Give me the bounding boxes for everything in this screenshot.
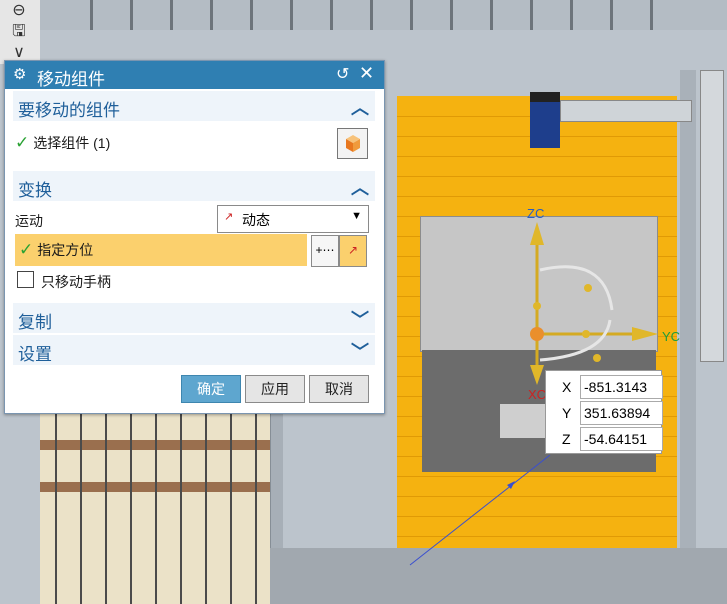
zc-axis-label: ZC: [527, 206, 545, 221]
dimension-line: [409, 455, 551, 566]
chevron-up-icon[interactable]: ︿: [351, 94, 369, 120]
quick-toolbar: ⊖ 🖫 ∨: [0, 0, 40, 64]
dialog-title: 移动组件: [37, 70, 105, 89]
check-icon: ✓: [19, 240, 34, 259]
section-settings-header[interactable]: 设置 ﹀: [13, 335, 375, 365]
csys-dialog-button[interactable]: ↗: [339, 235, 367, 267]
specify-orientation-text: ✓ 指定方位: [19, 240, 93, 260]
csys-icon: ↗: [224, 211, 234, 223]
chevron-down-icon[interactable]: ﹀: [351, 338, 369, 364]
y-coordinate-label: Y: [562, 405, 572, 421]
apply-button[interactable]: 应用: [245, 375, 305, 403]
xc-arrow-handle: [530, 365, 544, 385]
y-coordinate-row: Y 351.63894: [550, 401, 663, 425]
yc-axis-label: YC: [662, 329, 681, 344]
specify-orientation-row[interactable]: ✓ 指定方位: [15, 234, 307, 266]
rotate-handle-xy: [539, 319, 612, 362]
x-coordinate-label: X: [562, 379, 572, 395]
component-cube-icon: [346, 135, 360, 152]
save-icon[interactable]: 🖫: [8, 20, 30, 40]
sensor[interactable]: [530, 92, 560, 148]
chevron-down-icon[interactable]: ∨: [8, 42, 30, 61]
section-copy-header[interactable]: 复制 ﹀: [13, 303, 375, 333]
z-coordinate-input[interactable]: -54.64151: [580, 427, 663, 451]
specify-orientation-label: 指定方位: [37, 242, 94, 258]
zc-arrow-handle: [530, 222, 544, 245]
section-components-title: 要移动的组件: [18, 101, 120, 120]
section-transform-header[interactable]: 变换 ︿: [13, 171, 375, 201]
ok-button[interactable]: 确定: [181, 375, 241, 403]
z-coordinate-row: Z -54.64151: [550, 427, 663, 451]
support-column: [700, 70, 724, 362]
move-handle-only-checkbox[interactable]: [17, 271, 34, 288]
point-dialog-icon: +⋯: [315, 243, 335, 257]
close-icon[interactable]: ✕: [359, 63, 374, 84]
reset-icon[interactable]: ↺: [336, 64, 349, 84]
section-settings-title: 设置: [18, 345, 52, 364]
chevron-up-icon[interactable]: ︿: [351, 174, 369, 200]
point-dialog-button[interactable]: +⋯: [311, 235, 339, 267]
coordinate-readout: X -851.3143 Y 351.63894 Z -54.64151: [545, 370, 663, 454]
cancel-button[interactable]: 取消: [309, 375, 369, 403]
select-component-label: 选择组件 (1): [33, 135, 111, 151]
move-handle-only-label: 只移动手柄: [41, 274, 111, 290]
sensor-arm: [560, 100, 692, 122]
z-coordinate-label: Z: [562, 431, 571, 447]
motion-select[interactable]: ↗ 动态 ▼: [217, 205, 369, 233]
move-component-dialog: ⚙ 移动组件 ↺ ✕ 要移动的组件 ︿ ✓ 选择组件 (1) 变换 ︿ 运动 ↗ …: [4, 60, 385, 414]
xc-axis-label: XC: [528, 387, 547, 402]
x-coordinate-input[interactable]: -851.3143: [580, 375, 663, 399]
top-rail: [40, 0, 727, 30]
csys-origin-handle: [530, 327, 544, 341]
rotate-handle-zy: [539, 265, 614, 311]
dialog-titlebar[interactable]: ⚙ 移动组件 ↺ ✕: [5, 61, 384, 89]
dropdown-arrow-icon[interactable]: ▼: [351, 210, 362, 222]
section-transform-title: 变换: [18, 181, 52, 200]
motion-label: 运动: [15, 213, 43, 229]
x-coordinate-row: X -851.3143: [550, 375, 663, 399]
chevron-down-icon[interactable]: ﹀: [351, 306, 369, 332]
component-cube-button[interactable]: [337, 128, 368, 159]
section-components-header[interactable]: 要移动的组件 ︿: [13, 91, 375, 121]
gear-icon[interactable]: ⚙: [13, 65, 26, 83]
menu-icon[interactable]: ⊖: [8, 0, 30, 19]
select-component-row[interactable]: ✓ 选择组件 (1): [15, 133, 110, 153]
csys-icon: ↗: [347, 243, 359, 257]
yc-arrow-handle: [632, 327, 658, 341]
check-icon: ✓: [15, 133, 30, 152]
section-copy-title: 复制: [18, 313, 52, 332]
y-coordinate-input[interactable]: 351.63894: [580, 401, 663, 425]
motion-select-value: 动态: [242, 212, 270, 228]
